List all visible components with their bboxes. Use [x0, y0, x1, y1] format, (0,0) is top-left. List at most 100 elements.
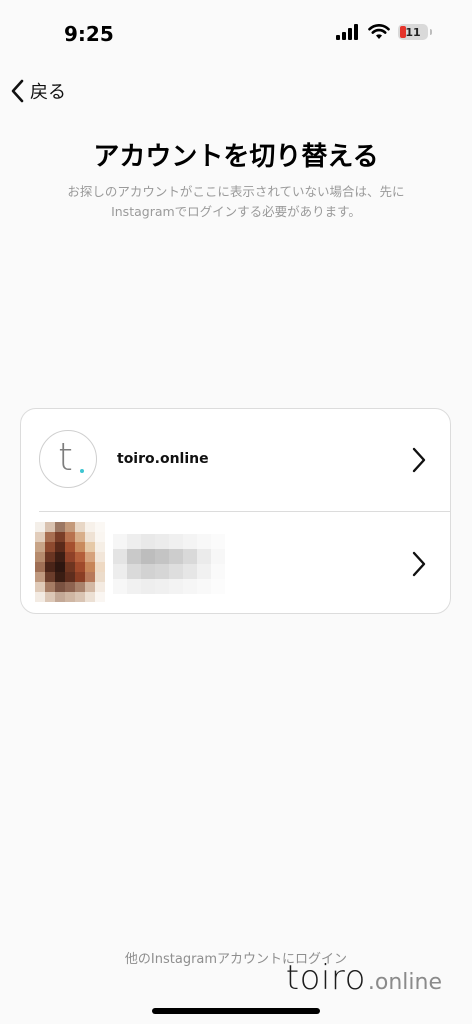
blur-pixel [197, 534, 211, 549]
chevron-right-icon [412, 447, 426, 473]
blur-pixel [141, 549, 155, 564]
blur-pixel [183, 534, 197, 549]
blur-pixel [35, 562, 45, 572]
back-button[interactable]: 戻る [10, 78, 66, 104]
blur-pixel [75, 572, 85, 582]
blur-pixel [45, 522, 55, 532]
blur-pixel [85, 542, 95, 552]
blur-pixel [211, 534, 225, 549]
blur-pixel [141, 579, 155, 594]
blur-pixel [55, 532, 65, 542]
blur-pixel [35, 572, 45, 582]
blur-pixel [155, 549, 169, 564]
blur-pixel [35, 552, 45, 562]
blur-pixel [65, 552, 75, 562]
blur-pixel [75, 532, 85, 542]
back-label: 戻る [30, 82, 66, 103]
blur-pixel [95, 592, 105, 602]
blur-pixel [183, 579, 197, 594]
status-bar: 9:25 11 [0, 0, 472, 70]
blur-pixel [75, 582, 85, 592]
blur-pixel [127, 564, 141, 579]
blur-pixel [85, 582, 95, 592]
account-username: toiro.online [117, 451, 209, 467]
blur-pixel [85, 572, 95, 582]
blur-pixel [197, 564, 211, 579]
home-indicator[interactable] [152, 1008, 320, 1014]
page-title: アカウントを切り替える [93, 142, 379, 172]
chevron-left-icon [11, 79, 24, 103]
blur-pixel [35, 522, 45, 532]
blur-pixel [85, 592, 95, 602]
blur-pixel [65, 572, 75, 582]
blur-pixel [211, 549, 225, 564]
blur-pixel [65, 562, 75, 572]
blur-pixel [35, 532, 45, 542]
blur-pixel [95, 572, 105, 582]
blur-pixel [55, 582, 65, 592]
blur-pixel [45, 562, 55, 572]
blur-pixel [113, 549, 127, 564]
blur-pixel [75, 562, 85, 572]
blur-pixel [55, 542, 65, 552]
status-time: 9:25 [64, 22, 114, 46]
blur-pixel [55, 562, 65, 572]
blur-pixel [155, 564, 169, 579]
blur-pixel [169, 534, 183, 549]
blur-pixel [45, 532, 55, 542]
blur-pixel [55, 592, 65, 602]
blur-pixel [75, 592, 85, 602]
subtitle-line-2: Instagramでログインする必要があります。 [111, 204, 361, 219]
blur-pixel [127, 549, 141, 564]
status-icons: 11 [336, 24, 432, 40]
blur-pixel [183, 564, 197, 579]
blur-pixel [113, 579, 127, 594]
subtitle-line-1: お探しのアカウントがここに表示されていない場合は、先に [67, 184, 405, 199]
blur-pixel [45, 572, 55, 582]
blur-pixel [197, 549, 211, 564]
blur-pixel [141, 564, 155, 579]
blur-pixel [197, 579, 211, 594]
blur-pixel [211, 579, 225, 594]
blur-pixel [169, 564, 183, 579]
blur-pixel [169, 549, 183, 564]
blur-pixel [95, 582, 105, 592]
blur-pixel [75, 542, 85, 552]
wifi-icon [368, 24, 390, 39]
blur-pixel [35, 542, 45, 552]
blur-pixel [95, 552, 105, 562]
blur-pixel [45, 542, 55, 552]
blur-pixel [65, 532, 75, 542]
battery-icon: 11 [398, 24, 428, 40]
blur-pixel [155, 534, 169, 549]
battery-cap [430, 29, 432, 35]
blur-pixel [65, 582, 75, 592]
blur-pixel [155, 579, 169, 594]
blurred-username [113, 534, 225, 596]
watermark-logo: toiro .online [286, 958, 442, 998]
blur-pixel [55, 552, 65, 562]
avatar-accent-dot [80, 469, 84, 473]
toiro-logo-avatar: t [39, 430, 97, 488]
blur-pixel [113, 534, 127, 549]
blur-pixel [85, 522, 95, 532]
subtitle: お探しのアカウントがここに表示されていない場合は、先に Instagramでログ… [40, 182, 432, 222]
blur-pixel [45, 582, 55, 592]
blur-pixel [95, 522, 105, 532]
blur-pixel [45, 592, 55, 602]
blur-pixel [35, 582, 45, 592]
account-row-blurred[interactable] [21, 512, 450, 613]
blur-pixel [45, 552, 55, 562]
blur-pixel [127, 579, 141, 594]
account-row-toiro-online[interactable]: t toiro.online [21, 409, 450, 511]
blur-pixel [95, 542, 105, 552]
blur-pixel [169, 579, 183, 594]
blur-pixel [75, 522, 85, 532]
blur-pixel [85, 552, 95, 562]
blur-pixel [55, 522, 65, 532]
blur-pixel [183, 549, 197, 564]
chevron-right-icon [412, 551, 426, 577]
blur-pixel [35, 592, 45, 602]
blur-pixel [127, 534, 141, 549]
blur-pixel [65, 522, 75, 532]
